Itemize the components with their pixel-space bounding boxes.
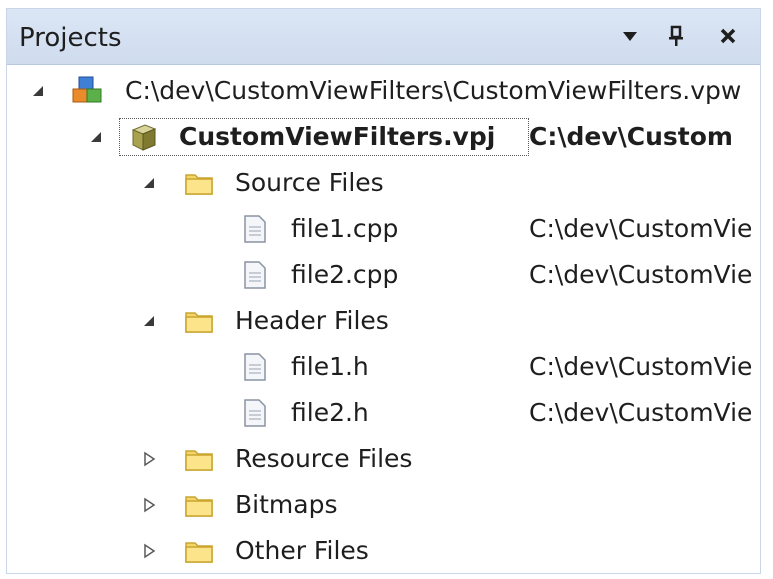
file-name: file1.h: [291, 352, 369, 381]
projects-panel: Projects C:\dev\CustomViewFilters\Custom…: [6, 8, 761, 574]
file-icon: [239, 397, 271, 429]
file-path: C:\dev\CustomVie: [529, 214, 753, 243]
dropdown-button[interactable]: [613, 19, 647, 53]
workspace-label: C:\dev\CustomViewFilters\CustomViewFilte…: [125, 76, 742, 105]
close-button[interactable]: [711, 19, 745, 53]
file-name: file2.cpp: [291, 260, 399, 289]
panel-title: Projects: [19, 23, 122, 53]
project-label: CustomViewFilters.vpj: [179, 122, 496, 151]
collapsed-arrow-icon[interactable]: [140, 496, 158, 514]
folder-icon: [183, 489, 215, 521]
tree-item-project[interactable]: CustomViewFilters.vpj C:\dev\Custom: [7, 115, 760, 159]
project-tree: C:\dev\CustomViewFilters\CustomViewFilte…: [7, 65, 760, 575]
file-path: C:\dev\CustomVie: [529, 352, 753, 381]
file-path: C:\dev\CustomVie: [529, 398, 753, 427]
file-name: file2.h: [291, 398, 369, 427]
folder-label: Source Files: [235, 168, 384, 197]
collapsed-arrow-icon[interactable]: [140, 450, 158, 468]
tree-item-file[interactable]: file2.cpp C:\dev\CustomVie: [7, 253, 760, 297]
collapsed-arrow-icon[interactable]: [140, 542, 158, 560]
tree-item-folder-other-files[interactable]: Other Files: [7, 529, 760, 573]
tree-item-folder-source-files[interactable]: Source Files: [7, 161, 760, 205]
tree-item-file[interactable]: file2.h C:\dev\CustomVie: [7, 391, 760, 435]
panel-titlebar: Projects: [7, 9, 760, 65]
file-icon: [239, 259, 271, 291]
file-path: C:\dev\CustomVie: [529, 260, 753, 289]
tree-item-workspace[interactable]: C:\dev\CustomViewFilters\CustomViewFilte…: [7, 69, 760, 113]
folder-label: Header Files: [235, 306, 389, 335]
folder-icon: [183, 305, 215, 337]
pin-icon: [669, 25, 683, 46]
folder-icon: [183, 443, 215, 475]
chevron-down-icon: [623, 32, 637, 41]
project-path: C:\dev\Custom: [529, 122, 733, 151]
file-name: file1.cpp: [291, 214, 399, 243]
folder-label: Resource Files: [235, 444, 413, 473]
tree-item-folder-resource-files[interactable]: Resource Files: [7, 437, 760, 481]
tree-item-folder-header-files[interactable]: Header Files: [7, 299, 760, 343]
tree-item-folder-bitmaps[interactable]: Bitmaps: [7, 483, 760, 527]
close-icon: [720, 28, 736, 44]
workspace-icon: [71, 75, 103, 107]
folder-icon: [183, 167, 215, 199]
folder-icon: [183, 535, 215, 567]
tree-item-file[interactable]: file1.h C:\dev\CustomVie: [7, 345, 760, 389]
expanded-arrow-icon[interactable]: [87, 128, 105, 146]
file-icon: [239, 351, 271, 383]
expanded-arrow-icon[interactable]: [29, 82, 47, 100]
tree-item-file[interactable]: file1.cpp C:\dev\CustomVie: [7, 207, 760, 251]
project-cube-icon: [127, 121, 159, 153]
folder-label: Bitmaps: [235, 490, 338, 519]
folder-label: Other Files: [235, 536, 369, 565]
expanded-arrow-icon[interactable]: [140, 174, 158, 192]
expanded-arrow-icon[interactable]: [140, 312, 158, 330]
pin-button[interactable]: [659, 19, 693, 53]
file-icon: [239, 213, 271, 245]
